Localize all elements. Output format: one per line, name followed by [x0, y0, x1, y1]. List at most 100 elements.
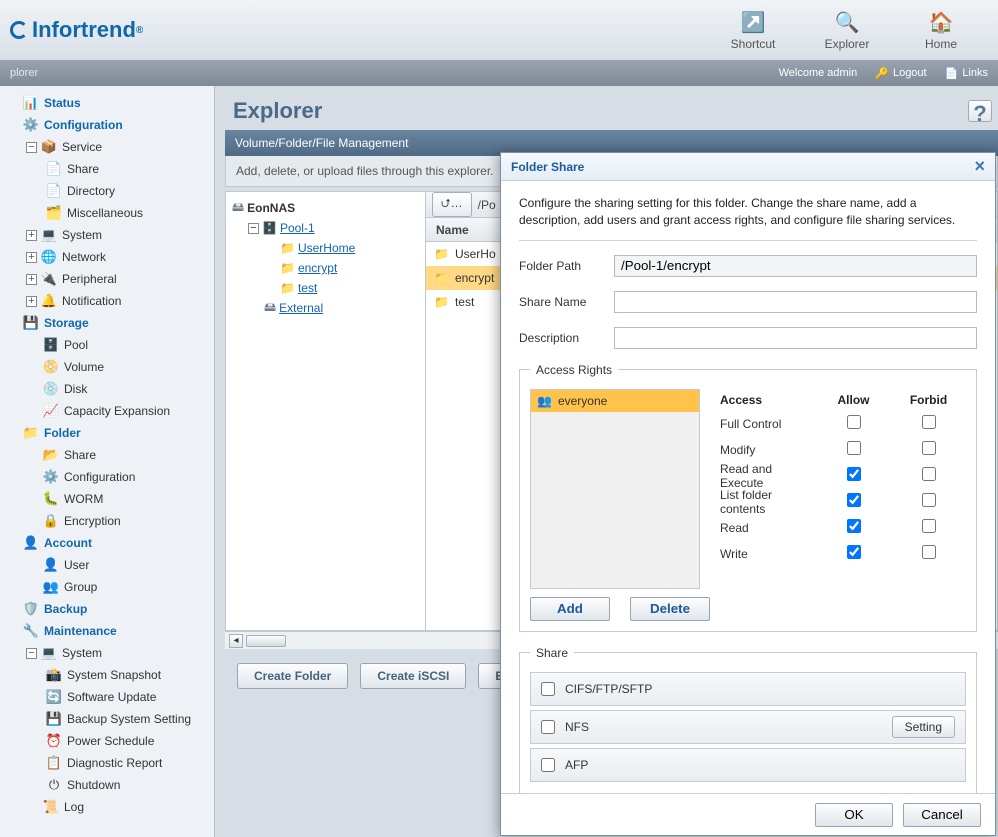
user-icon: 👤 [43, 557, 59, 573]
user-folder-icon: 📁 [434, 247, 449, 261]
add-user-button[interactable]: Add [530, 597, 610, 621]
perm-readexec-allow[interactable] [847, 467, 861, 481]
nav-account[interactable]: 👤Account [0, 532, 214, 554]
disk-icon: 💿 [43, 381, 59, 397]
nav-folder[interactable]: 📁Folder [0, 422, 214, 444]
perm-full-forbid[interactable] [922, 415, 936, 429]
create-iscsi-button[interactable]: Create iSCSI [360, 663, 466, 689]
nav-peripheral[interactable]: +🔌Peripheral [0, 268, 214, 290]
perm-read-forbid[interactable] [922, 519, 936, 533]
breadcrumb: plorer [10, 67, 38, 79]
nav-power[interactable]: ⏰Power Schedule [0, 730, 214, 752]
nav-fconfig[interactable]: ⚙️Configuration [0, 466, 214, 488]
delete-user-button[interactable]: Delete [630, 597, 710, 621]
sidebar: 📊Status ⚙️Configuration −📦Service 📄Share… [0, 86, 215, 837]
share-nfs-check[interactable] [541, 720, 555, 734]
nav-swupdate[interactable]: 🔄Software Update [0, 686, 214, 708]
perm-listfolder-allow[interactable] [847, 493, 861, 507]
welcome-text: Welcome admin [779, 67, 858, 79]
nav-worm[interactable]: 🐛WORM [0, 488, 214, 510]
description-input[interactable] [614, 327, 977, 349]
nav-service[interactable]: −📦Service [0, 136, 214, 158]
tree-root[interactable]: 🖴EonNAS [232, 198, 419, 218]
links-link[interactable]: 📄Links [945, 67, 988, 80]
expand-icon[interactable]: + [26, 274, 37, 285]
col-name[interactable]: Name [436, 223, 469, 237]
tree-userhome[interactable]: 📁UserHome [232, 238, 419, 258]
create-folder-button[interactable]: Create Folder [237, 663, 348, 689]
nav-diag[interactable]: 📋Diagnostic Report [0, 752, 214, 774]
doc-icon: 📄 [46, 161, 62, 177]
collapse-icon[interactable]: − [248, 223, 259, 234]
top-home[interactable]: 🏠Home [906, 9, 976, 51]
share-afp-check[interactable] [541, 758, 555, 772]
nav-shutdown[interactable]: ⏻Shutdown [0, 774, 214, 796]
user-row-everyone[interactable]: 👥everyone [531, 390, 699, 412]
nav-backup[interactable]: 🛡️Backup [0, 598, 214, 620]
ok-button[interactable]: OK [815, 803, 893, 827]
collapse-icon[interactable]: − [26, 648, 37, 659]
share-cifs-check[interactable] [541, 682, 555, 696]
nav-encryption[interactable]: 🔒Encryption [0, 510, 214, 532]
nav-directory[interactable]: 📄Directory [0, 180, 214, 202]
brand-bar: Infortrend® ↗️Shortcut 🔍Explorer 🏠Home [0, 0, 998, 60]
nav-volume[interactable]: 📀Volume [0, 356, 214, 378]
nav-storage[interactable]: 💾Storage [0, 312, 214, 334]
nav-status[interactable]: 📊Status [0, 92, 214, 114]
logout-link[interactable]: 🔑Logout [875, 67, 926, 80]
nav-disk[interactable]: 💿Disk [0, 378, 214, 400]
nav-capexp[interactable]: 📈Capacity Expansion [0, 400, 214, 422]
diag-icon: 📋 [46, 755, 62, 771]
nav-notification[interactable]: +🔔Notification [0, 290, 214, 312]
nav-maintenance[interactable]: 🔧Maintenance [0, 620, 214, 642]
folder-path-input[interactable] [614, 255, 977, 277]
scroll-thumb[interactable] [246, 635, 286, 647]
nav-misc[interactable]: 🗂️Miscellaneous [0, 202, 214, 224]
nav-snapshot[interactable]: 📸System Snapshot [0, 664, 214, 686]
nav-msystem[interactable]: −💻System [0, 642, 214, 664]
nav-system[interactable]: +💻System [0, 224, 214, 246]
expand-icon[interactable]: + [26, 230, 37, 241]
nav-pool[interactable]: 🗄️Pool [0, 334, 214, 356]
perm-listfolder-forbid[interactable] [922, 493, 936, 507]
external-icon: 🖴 [264, 298, 276, 319]
perm-read-allow[interactable] [847, 519, 861, 533]
worm-icon: 🐛 [43, 491, 59, 507]
perm-modify-forbid[interactable] [922, 441, 936, 455]
perm-readexec-forbid[interactable] [922, 467, 936, 481]
top-shortcut[interactable]: ↗️Shortcut [718, 9, 788, 51]
users-list[interactable]: 👥everyone [530, 389, 700, 589]
access-rights-fieldset: Access Rights 👥everyone Add Delete Acces… [519, 363, 977, 632]
nav-log[interactable]: 📜Log [0, 796, 214, 818]
tree-encrypt[interactable]: 📁encrypt [232, 258, 419, 278]
bell-icon: 🔔 [41, 293, 57, 309]
nav-share[interactable]: 📄Share [0, 158, 214, 180]
top-explorer[interactable]: 🔍Explorer [812, 9, 882, 51]
nav-backupsys[interactable]: 💾Backup System Setting [0, 708, 214, 730]
tree-pool[interactable]: −🗄️Pool-1 [232, 218, 419, 238]
tree-test[interactable]: 📁test [232, 278, 419, 298]
perm-modify-allow[interactable] [847, 441, 861, 455]
scroll-left-icon[interactable]: ◂ [229, 634, 243, 648]
cancel-button[interactable]: Cancel [903, 803, 981, 827]
perm-write-allow[interactable] [847, 545, 861, 559]
nav-group[interactable]: 👥Group [0, 576, 214, 598]
share-name-input[interactable] [614, 291, 977, 313]
nfs-setting-button[interactable]: Setting [892, 716, 955, 738]
help-button[interactable]: ? [968, 100, 992, 122]
collapse-icon[interactable]: − [26, 142, 37, 153]
nav-configuration[interactable]: ⚙️Configuration [0, 114, 214, 136]
tree-external[interactable]: 🖴External [232, 298, 419, 318]
peripheral-icon: 🔌 [41, 271, 57, 287]
expand-icon[interactable]: + [26, 252, 37, 263]
perm-full-allow[interactable] [847, 415, 861, 429]
nav-user[interactable]: 👤User [0, 554, 214, 576]
up-button[interactable]: ⮍… [432, 192, 472, 217]
perm-write-forbid[interactable] [922, 545, 936, 559]
nav-network[interactable]: +🌐Network [0, 246, 214, 268]
close-icon[interactable]: × [974, 156, 985, 177]
expand-icon[interactable]: + [26, 296, 37, 307]
folder-icon: 📁 [280, 261, 295, 275]
description-label: Description [519, 331, 614, 345]
nav-fshare[interactable]: 📂Share [0, 444, 214, 466]
